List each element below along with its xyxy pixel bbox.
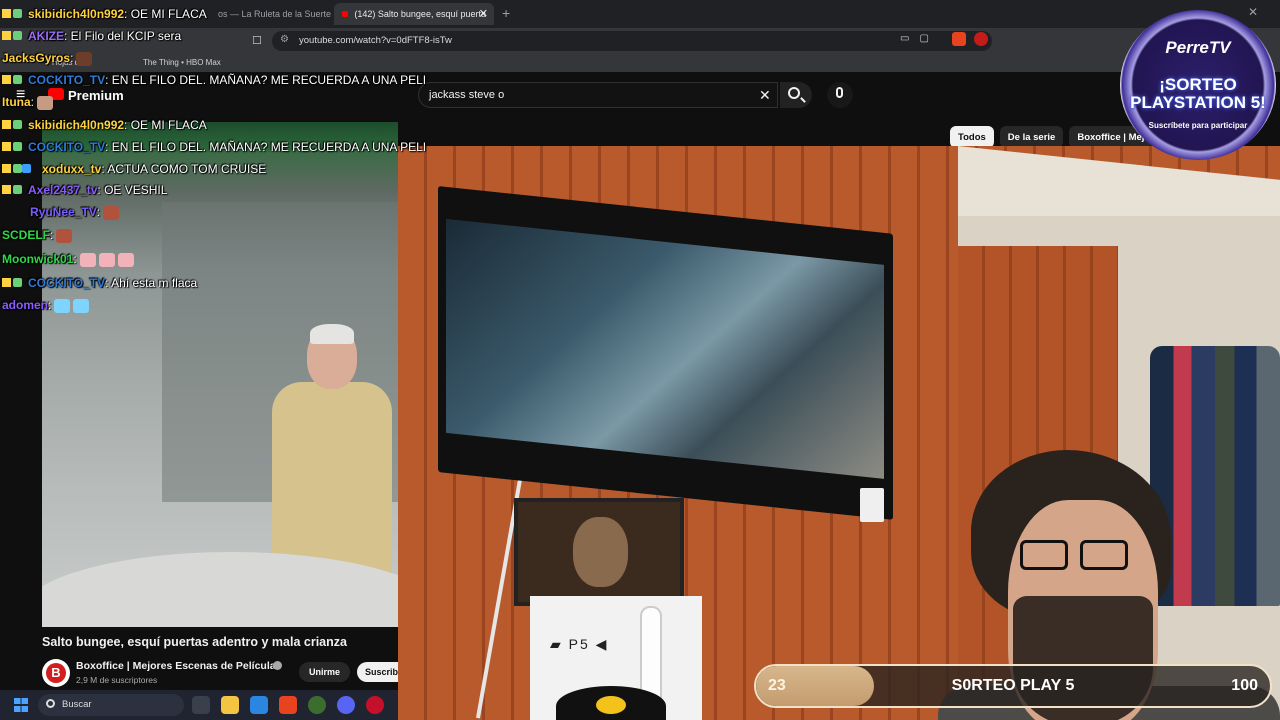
- badge-title-line2: PLAYSTATION 5!: [1130, 93, 1266, 112]
- taskbar-search-input[interactable]: Buscar: [38, 694, 184, 716]
- chip-todos[interactable]: Todos: [950, 126, 994, 148]
- channel-subscriber-count: 2,9 M de suscriptores: [76, 675, 158, 685]
- giveaway-progress-bar: 23 S0RTEO PLAY 5 100: [754, 664, 1272, 708]
- webcam-tv-screen: [446, 218, 884, 479]
- video-frame-car: [42, 552, 398, 627]
- tab-title: (142) Salto bungee, esquí puerta: [354, 9, 486, 19]
- youtube-favicon-icon: [342, 11, 349, 17]
- close-window-button[interactable]: ✕: [1248, 5, 1258, 19]
- verified-icon: [273, 661, 282, 670]
- opera-icon[interactable]: [366, 696, 384, 714]
- chat-badges-icon: [2, 183, 28, 197]
- channel-initial: B: [46, 663, 66, 683]
- streamer-glasses-right: [1080, 540, 1128, 570]
- video-frame-awning: [42, 122, 398, 152]
- badge-subtitle: Suscríbete para participar: [1148, 121, 1248, 130]
- address-bar: ☐ ⚙ youtube.com/watch?v=0dFTF8-isTw ▭▢: [0, 28, 1280, 54]
- webcam-tv: [438, 186, 893, 520]
- search-icon: [46, 699, 55, 708]
- progress-label: S0RTEO PLAY 5: [951, 677, 1075, 694]
- task-view-icon[interactable]: [192, 696, 210, 714]
- tab-youtube-video[interactable]: (142) Salto bungee, esquí puerta ✕: [334, 3, 494, 25]
- site-info-icon[interactable]: ⚙: [280, 34, 289, 45]
- xbox-icon[interactable]: [308, 696, 326, 714]
- batman-logo-icon: [596, 696, 626, 714]
- youtube-logo-icon[interactable]: [48, 88, 64, 100]
- search-query: jackass steve o: [429, 89, 505, 101]
- menu-icon[interactable]: ≡: [16, 86, 25, 104]
- ps5-logo-icon: ▰ P5 ◀: [550, 636, 609, 652]
- video-frame-person-hair: [310, 324, 354, 344]
- join-button[interactable]: Unirme: [299, 662, 351, 682]
- sorteo-badge: PerreTV ¡SORTEO PLAYSTATION 5! Suscríbet…: [1120, 10, 1276, 160]
- new-tab-button[interactable]: +: [502, 5, 510, 21]
- webcam-godfather-poster: [514, 498, 684, 606]
- tab-title: os — La Ruleta de la Suerte: [218, 9, 332, 19]
- youtube-header: ≡ Premium jackass steve o ✕: [0, 72, 1280, 122]
- search-input[interactable]: jackass steve o ✕: [418, 82, 778, 108]
- close-tab-icon[interactable]: ✕: [479, 7, 488, 20]
- webcam-light-switch: [860, 488, 884, 522]
- badge-title: ¡SORTEO PLAYSTATION 5!: [1120, 76, 1276, 112]
- tab-ruleta[interactable]: os — La Ruleta de la Suerte: [210, 3, 332, 25]
- bookmark-icon[interactable]: ☐: [252, 34, 262, 47]
- chat-badges-icon: [2, 140, 28, 154]
- windows-start-icon[interactable]: [14, 698, 28, 712]
- poster-face: [573, 517, 628, 587]
- search-button[interactable]: [780, 82, 812, 108]
- badge-brand: PerreTV: [1165, 38, 1231, 57]
- badge-title-line1: ¡SORTEO: [1159, 75, 1237, 94]
- youtube-premium-label[interactable]: Premium: [68, 88, 124, 103]
- extension-icon[interactable]: [974, 32, 988, 46]
- bookmark-hojas[interactable]: Hojas de...: [52, 58, 90, 67]
- subscribe-button[interactable]: Suscribi: [357, 662, 398, 682]
- channel-avatar[interactable]: B: [42, 659, 70, 687]
- address-bar-actions[interactable]: ▭▢: [900, 33, 939, 44]
- channel-name[interactable]: Boxoffice | Mejores Escenas de Películas: [76, 660, 281, 672]
- video-player[interactable]: [42, 122, 398, 627]
- chip-de-la-serie[interactable]: De la serie: [999, 126, 1064, 148]
- bookmarks-bar: Hojas de... The Thing • HBO Max: [0, 54, 1280, 72]
- brave-browser-icon[interactable]: [279, 696, 297, 714]
- url-text: youtube.com/watch?v=0dFTF8-isTw: [299, 35, 452, 46]
- discord-icon[interactable]: [337, 696, 355, 714]
- mic-icon: [836, 87, 843, 98]
- voice-search-button[interactable]: [827, 82, 853, 108]
- search-icon: [788, 87, 800, 99]
- chat-badges-icon: [2, 276, 28, 290]
- video-title: Salto bungee, esquí puertas adentro y ma…: [42, 635, 347, 649]
- taskbar-search-label: Buscar: [62, 699, 92, 710]
- edge-browser-icon[interactable]: [250, 696, 268, 714]
- windows-taskbar: Buscar: [0, 690, 398, 720]
- chat-badges-icon: [2, 162, 42, 176]
- clear-search-icon[interactable]: ✕: [759, 87, 771, 104]
- url-field[interactable]: ⚙ youtube.com/watch?v=0dFTF8-isTw: [272, 31, 992, 51]
- file-explorer-icon[interactable]: [221, 696, 239, 714]
- brave-shield-icon[interactable]: [952, 32, 966, 46]
- bookmark-the-thing[interactable]: The Thing • HBO Max: [143, 58, 221, 67]
- progress-goal: 100: [1231, 677, 1258, 694]
- streamer-glasses-left: [1020, 540, 1068, 570]
- webcam-feed: ▰ P5 ◀: [398, 146, 1280, 720]
- webcam-batman-cap: [556, 686, 666, 720]
- browser-tab-bar: os — La Ruleta de la Suerte (142) Salto …: [0, 0, 1280, 28]
